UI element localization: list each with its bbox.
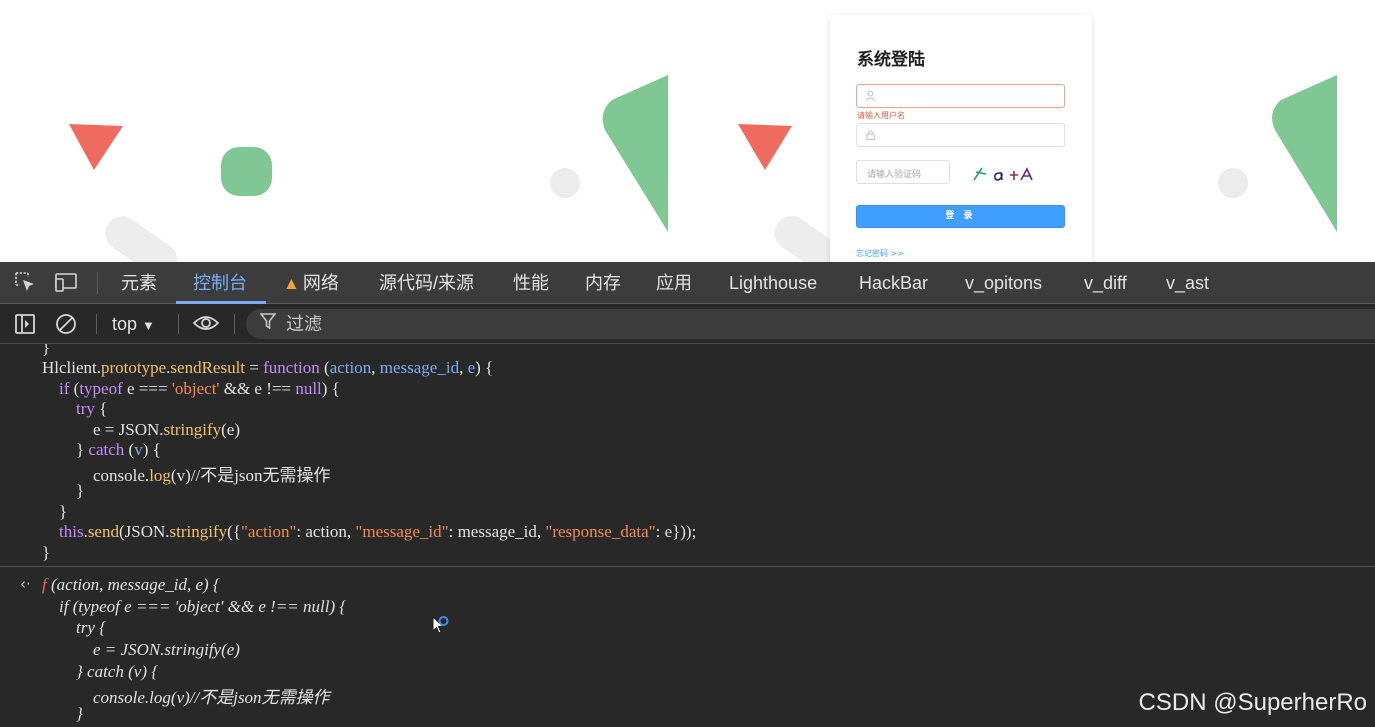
captcha-input[interactable]: 请输入验证码: [856, 160, 950, 184]
tab-hackbar[interactable]: HackBar: [859, 262, 928, 304]
output-line: }: [42, 704, 83, 723]
context-selector[interactable]: top ▼: [112, 312, 155, 336]
username-error: 请输入用户名: [857, 111, 905, 120]
user-icon: [865, 90, 877, 102]
tab-memory[interactable]: 内存: [585, 262, 621, 304]
filter-input[interactable]: 过滤: [246, 309, 1375, 339]
eye-icon[interactable]: [192, 313, 220, 337]
green-wedge-left: [602, 75, 668, 232]
decorative-shapes: [69, 75, 1337, 262]
captcha-glyphs: [973, 167, 1033, 181]
screen: 系统登陆 请输入用户名 请输入验证码 登 录 忘记密码 >> 元素 控制台 ▲ …: [0, 0, 1375, 727]
code-line: e = JSON.stringify(e): [42, 420, 240, 439]
tabbar-separator: [97, 272, 98, 294]
code-line: Hlclient.prototype.sendResult = function…: [42, 358, 494, 377]
tab-performance[interactable]: 性能: [513, 262, 549, 304]
output-line: if (typeof e === 'object' && e !== null)…: [42, 597, 347, 616]
output-line: console.log(v)//不是json无需操作: [42, 688, 330, 707]
warning-icon: ▲: [283, 274, 300, 293]
grey-pill-left: [105, 216, 178, 262]
output-line: f (action, message_id, e) {: [42, 575, 220, 594]
device-toolbar-icon[interactable]: [53, 271, 79, 295]
sidebar-toggle-icon[interactable]: [12, 313, 38, 337]
code-line: }: [42, 481, 85, 500]
filter-placeholder: 过滤: [286, 314, 322, 334]
login-button[interactable]: 登 录: [856, 205, 1065, 228]
tab-application[interactable]: 应用: [656, 262, 692, 304]
inspect-element-icon[interactable]: [12, 271, 38, 295]
username-field[interactable]: [856, 84, 1065, 108]
code-line: } catch (v) {: [42, 440, 161, 459]
webpage-viewport: 系统登陆 请输入用户名 请输入验证码 登 录 忘记密码 >>: [0, 0, 1375, 262]
code-line: }: [42, 543, 51, 562]
code-line: this.send(JSON.stringify({"action": acti…: [59, 522, 697, 541]
tab-v-ast[interactable]: v_ast: [1166, 262, 1209, 304]
filter-icon: [259, 312, 277, 337]
watermark: CSDN @SuperherRo: [1138, 689, 1367, 716]
code-line: if (typeof e === 'object' && e !== null)…: [59, 379, 340, 398]
tab-console[interactable]: 控制台: [193, 262, 247, 304]
output-line: try {: [42, 618, 106, 637]
return-value-icon: ‹·: [20, 575, 31, 593]
chevron-down-icon: ▼: [142, 318, 155, 333]
tab-elements[interactable]: 元素: [121, 262, 157, 304]
context-label: top: [112, 314, 138, 334]
toolbar-separator: [178, 314, 179, 334]
login-title: 系统登陆: [857, 50, 925, 70]
lock-icon: [865, 129, 877, 141]
output-line: e = JSON.stringify(e): [42, 640, 240, 659]
code-line: console.log(v)//不是json无需操作: [42, 466, 331, 485]
red-triangle-left: [69, 124, 123, 170]
toolbar-separator: [96, 314, 97, 334]
tab-network-label: 网络: [302, 273, 339, 293]
code-line: }: [42, 344, 51, 357]
devtools-tabbar: 元素 控制台 ▲ 网络 源代码/来源 性能 内存 应用 Lighthouse Ha…: [0, 262, 1375, 304]
console-output[interactable]: } Hlclient.prototype.sendResult = functi…: [0, 344, 1375, 727]
grey-dot-right: [1218, 168, 1248, 198]
code-line: }: [42, 502, 68, 521]
code-line: try {: [76, 399, 108, 418]
captcha-image[interactable]: [970, 163, 1042, 185]
clear-console-icon[interactable]: [53, 313, 79, 337]
red-triangle-right: [738, 124, 792, 170]
password-field[interactable]: [856, 123, 1065, 147]
forgot-password-link[interactable]: 忘记密码 >>: [856, 248, 904, 259]
tab-v-opitons[interactable]: v_opitons: [965, 262, 1042, 304]
console-toolbar: top ▼ 过滤: [0, 304, 1375, 344]
login-card: 系统登陆 请输入用户名 请输入验证码 登 录 忘记密码 >>: [830, 15, 1092, 262]
tab-sources[interactable]: 源代码/来源: [379, 262, 474, 304]
tab-lighthouse[interactable]: Lighthouse: [729, 262, 817, 304]
green-wedge-right: [1272, 75, 1337, 232]
mouse-cursor-icon: [432, 616, 449, 634]
output-line: } catch (v) {: [42, 662, 159, 681]
devtools-panel: 元素 控制台 ▲ 网络 源代码/来源 性能 内存 应用 Lighthouse Ha…: [0, 262, 1375, 727]
console-divider: [0, 566, 1375, 567]
toolbar-separator: [234, 314, 235, 334]
grey-dot-left: [550, 168, 580, 198]
green-blob-left: [221, 147, 272, 196]
tab-v-diff[interactable]: v_diff: [1084, 262, 1127, 304]
tab-network[interactable]: ▲ 网络: [283, 262, 339, 304]
